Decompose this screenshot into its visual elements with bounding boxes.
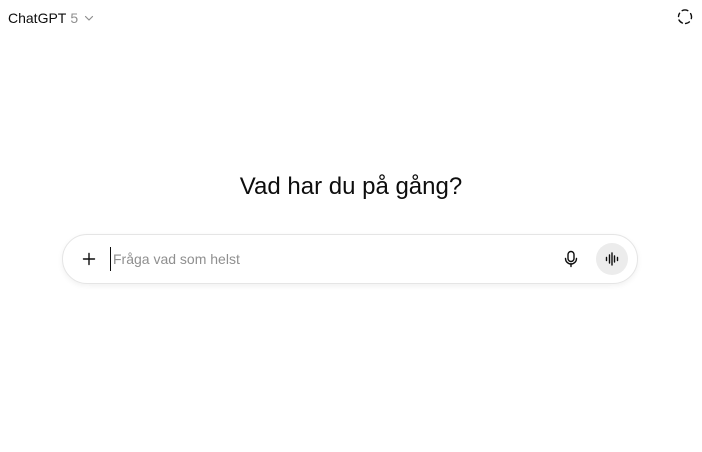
chevron-down-icon [83, 12, 95, 24]
microphone-icon [563, 250, 579, 268]
chat-page: ChatGPT 5 Vad har du på gång? [0, 0, 702, 452]
waveform-icon [604, 252, 620, 266]
plus-icon [81, 251, 97, 267]
voice-mode-button[interactable] [596, 243, 628, 275]
model-version: 5 [70, 10, 79, 26]
page-title: Vad har du på gång? [239, 173, 463, 200]
attach-button[interactable] [76, 246, 102, 272]
temporary-chat-button[interactable] [676, 8, 694, 26]
prompt-input[interactable] [110, 247, 560, 271]
composer [62, 234, 638, 284]
dictate-button[interactable] [560, 248, 582, 270]
model-switcher[interactable]: ChatGPT 5 [8, 8, 95, 28]
dashed-circle-icon [677, 9, 693, 25]
model-name: ChatGPT [8, 10, 67, 26]
